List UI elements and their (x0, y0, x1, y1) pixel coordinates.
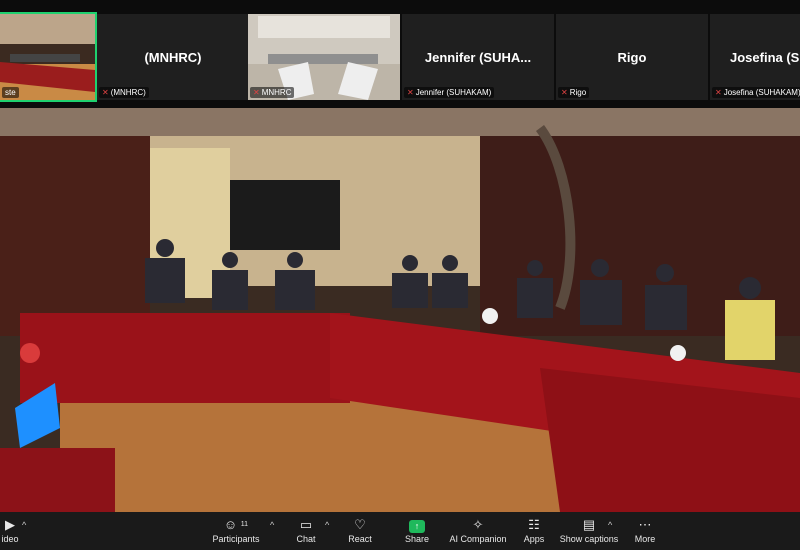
participants-icon: ☺ 11 (223, 517, 249, 532)
video-options-caret[interactable]: ^ (22, 520, 26, 530)
mic-muted-icon: ✕ (253, 88, 260, 97)
participant-name: Josefina (SU... (730, 50, 800, 65)
heart-icon: ♡ (354, 517, 366, 532)
participant-name-tag: ✕ Rigo (558, 87, 590, 98)
participant-name-tag: ✕ Jennifer (SUHAKAM) (404, 87, 495, 98)
participants-button[interactable]: ☺ 11 Participants (204, 516, 268, 544)
participant-name: (MNHRC) (144, 50, 202, 65)
participant-tile-rigo[interactable]: Rigo ✕ Rigo (556, 14, 708, 100)
participant-tile-mnhrc-video[interactable]: ✕ MNHRC (248, 14, 400, 100)
mic-muted-icon: ✕ (715, 88, 722, 97)
captions-options-caret[interactable]: ^ (608, 520, 612, 530)
participant-filmstrip: ste (MNHRC) ✕ (MNHRC) ✕ MNHRC Jennifer (SU… (0, 0, 800, 108)
meeting-toolbar: ▶ ideo ^ ☺ 11 Participants ^ ▭ Chat ^ ♡ … (0, 512, 800, 550)
meeting-room-video (0, 108, 800, 512)
share-arrow-icon: ↑ (385, 516, 449, 534)
participant-name-tag: ✕ MNHRC (250, 87, 295, 98)
participant-tile-jennifer[interactable]: Jennifer (SUHA... ✕ Jennifer (SUHAKAM) (402, 14, 554, 100)
participant-tile-mnhrc[interactable]: (MNHRC) ✕ (MNHRC) (97, 14, 249, 100)
main-video-view (0, 108, 800, 512)
participant-name: Jennifer (SUHA... (424, 50, 532, 65)
stop-video-button[interactable]: ▶ ideo (0, 516, 42, 544)
mic-muted-icon: ✕ (561, 88, 568, 97)
mic-muted-icon: ✕ (407, 88, 414, 97)
share-screen-button[interactable]: ↑ Share (385, 516, 449, 544)
mic-muted-icon: ✕ (102, 88, 109, 97)
more-button[interactable]: ⋯ More (613, 516, 677, 544)
react-button[interactable]: ♡ React (328, 516, 392, 544)
participant-name-tag: ✕ (MNHRC) (99, 87, 149, 98)
participant-tile-room-1[interactable]: ste (0, 12, 97, 102)
participant-tile-josefina[interactable]: Josefina (SU... ✕Josefina (SUHAKAM) (710, 14, 800, 100)
more-dots-icon: ⋯ (638, 517, 652, 532)
participant-name: Rigo (617, 50, 647, 65)
video-camera-icon: ▶ (5, 517, 15, 532)
ai-companion-button[interactable]: ✧ AI Companion (446, 516, 510, 544)
participant-name-tag: ste (2, 87, 19, 98)
sparkle-icon: ✧ (472, 517, 484, 532)
participant-name-tag: ✕ Josefina (SUHAKAM) (712, 87, 800, 98)
